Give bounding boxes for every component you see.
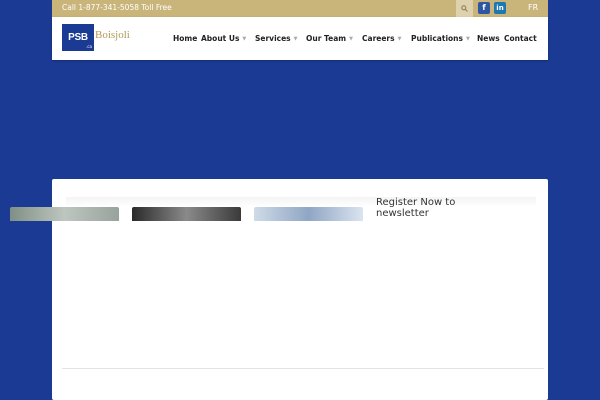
phone-number[interactable]: Call 1-877-341-5058 Toll Free xyxy=(62,3,172,12)
nav-publications[interactable]: Publications ▼ xyxy=(411,34,470,43)
nav-our-team[interactable]: Our Team ▼ xyxy=(306,34,353,43)
chevron-down-icon: ▼ xyxy=(349,36,353,42)
search-button[interactable] xyxy=(456,0,473,17)
newsletter-line-2: newsletter xyxy=(376,208,429,219)
search-icon xyxy=(461,5,468,12)
divider xyxy=(62,368,544,369)
news-thumbnail[interactable] xyxy=(132,207,241,221)
newsletter-heading: Register Now to newsletter xyxy=(376,197,455,219)
slider-placeholder xyxy=(66,197,536,207)
news-thumbnail[interactable] xyxy=(10,207,119,221)
nav-label: Services xyxy=(255,34,291,43)
chevron-down-icon: ▼ xyxy=(242,36,247,42)
nav-services[interactable]: Services ▼ xyxy=(255,34,298,43)
nav-label: Home xyxy=(173,34,198,43)
nav-careers[interactable]: Careers ▼ xyxy=(362,34,401,43)
chevron-down-icon: ▼ xyxy=(397,36,402,42)
logo-name: Boisjoli xyxy=(95,29,130,41)
facebook-icon[interactable]: f xyxy=(478,2,490,14)
nav-about-us[interactable]: About Us ▼ xyxy=(201,34,246,43)
nav-label: Our Team xyxy=(306,34,347,43)
nav-label: About Us xyxy=(201,34,240,43)
nav-label: Careers xyxy=(362,34,395,43)
site-header: PSB .ca Boisjoli Home About Us ▼ Services… xyxy=(52,17,548,60)
newsletter-line-1: Register Now to xyxy=(376,197,456,208)
nav-label: Publications xyxy=(411,34,463,43)
top-bar: Call 1-877-341-5058 Toll Free f in FR xyxy=(52,0,548,17)
language-switch[interactable]: FR xyxy=(528,3,538,12)
nav-contact[interactable]: Contact xyxy=(504,34,537,43)
nav-news[interactable]: News xyxy=(477,34,500,43)
chevron-down-icon: ▼ xyxy=(465,36,470,42)
nav-label: Contact xyxy=(504,34,537,43)
site-logo[interactable]: PSB .ca Boisjoli xyxy=(62,24,132,53)
linkedin-icon[interactable]: in xyxy=(494,2,506,14)
logo-suffix: .ca xyxy=(86,44,92,49)
chevron-down-icon: ▼ xyxy=(293,36,298,42)
nav-home[interactable]: Home xyxy=(173,34,197,43)
news-thumbnail[interactable] xyxy=(254,207,363,221)
nav-label: News xyxy=(477,34,500,43)
